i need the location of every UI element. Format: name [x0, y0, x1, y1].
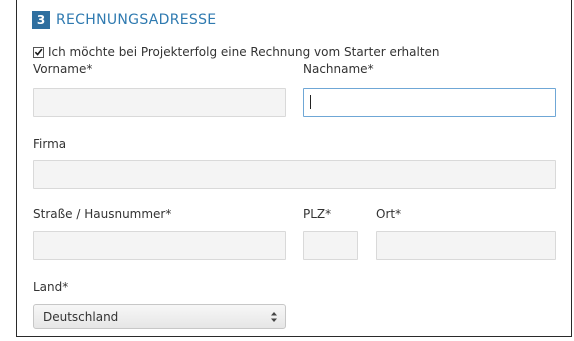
ort-label: Ort*	[376, 207, 402, 221]
strasse-input[interactable]	[33, 231, 286, 260]
section-title: RECHNUNGSADRESSE	[56, 12, 217, 28]
invoice-checkbox-row[interactable]: Ich möchte bei Projekterfolg eine Rechnu…	[33, 45, 440, 59]
plz-label: PLZ*	[303, 207, 332, 221]
nachname-input[interactable]	[303, 88, 556, 117]
checkmark-icon	[34, 48, 43, 56]
nachname-label: Nachname*	[303, 62, 374, 76]
land-label: Land*	[33, 280, 69, 294]
vorname-label: Vorname*	[33, 62, 93, 76]
ort-input[interactable]	[376, 231, 556, 260]
firma-input[interactable]	[33, 160, 556, 189]
land-select[interactable]: Deutschland	[33, 304, 286, 329]
invoice-checkbox-label: Ich möchte bei Projekterfolg eine Rechnu…	[48, 45, 440, 59]
vorname-input[interactable]	[33, 88, 286, 117]
section-header: 3 RECHNUNGSADRESSE	[32, 10, 216, 30]
firma-label: Firma	[33, 137, 67, 151]
updown-arrows-icon	[263, 305, 285, 328]
land-select-value: Deutschland	[43, 309, 119, 324]
plz-input[interactable]	[303, 231, 358, 260]
step-number-badge: 3	[32, 11, 50, 29]
text-cursor	[310, 95, 311, 109]
invoice-checkbox[interactable]	[33, 46, 44, 58]
strasse-label: Straße / Hausnummer*	[33, 207, 172, 221]
